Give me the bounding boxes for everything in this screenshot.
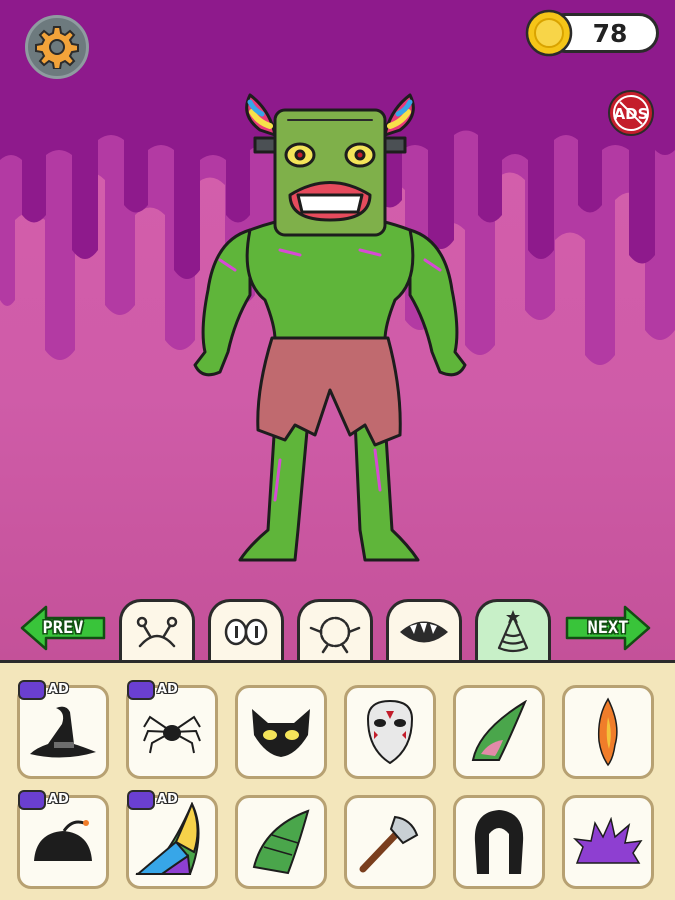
rainbow-horn-icon bbox=[135, 802, 200, 875]
coin-counter: 78 bbox=[525, 9, 661, 57]
next-label: NEXT bbox=[587, 618, 629, 638]
item-slot-green-horn[interactable] bbox=[453, 685, 545, 779]
item-slot-cat-mask[interactable] bbox=[235, 685, 327, 779]
tab-body[interactable] bbox=[297, 599, 373, 661]
ad-badge: AD bbox=[18, 680, 76, 700]
item-slot-green-curved-horn[interactable] bbox=[235, 795, 327, 889]
ads-label: ADS bbox=[614, 105, 649, 123]
witch-hat-icon bbox=[30, 706, 96, 758]
purple-spikes-icon bbox=[573, 817, 643, 864]
mouth-icon bbox=[400, 621, 448, 642]
prev-label: PREV bbox=[42, 618, 84, 638]
eyes-icon bbox=[224, 618, 268, 645]
tab-mouth[interactable] bbox=[386, 599, 462, 661]
monster-character bbox=[193, 93, 467, 562]
item-slot-witch-hat[interactable]: AD bbox=[17, 680, 109, 779]
video-camera-icon bbox=[18, 790, 46, 810]
flame-icon bbox=[597, 697, 618, 767]
item-slot-bomb-hat[interactable]: AD bbox=[17, 790, 109, 889]
cat-mask-icon bbox=[252, 709, 310, 757]
ad-badge-label: AD bbox=[157, 792, 178, 807]
item-slot-flame[interactable] bbox=[562, 685, 654, 779]
item-slot-black-hair[interactable] bbox=[453, 795, 545, 889]
remove-ads-button[interactable]: ADS bbox=[607, 89, 655, 137]
ad-badge: AD bbox=[18, 790, 76, 810]
bomb-hat-icon bbox=[34, 820, 92, 861]
settings-button[interactable] bbox=[25, 15, 89, 79]
prev-button[interactable]: PREV bbox=[20, 604, 106, 652]
ad-badge-label: AD bbox=[157, 682, 178, 697]
item-tray: AD AD AD AD bbox=[0, 660, 675, 900]
hockey-mask-icon bbox=[366, 699, 414, 765]
tab-hats[interactable] bbox=[475, 599, 551, 661]
item-slot-rainbow-horn[interactable]: AD bbox=[126, 790, 218, 889]
coin-icon bbox=[525, 9, 573, 57]
item-slot-axe[interactable] bbox=[344, 795, 436, 889]
video-camera-icon bbox=[18, 680, 46, 700]
item-slot-hockey-mask[interactable] bbox=[344, 685, 436, 779]
party-hat-icon bbox=[497, 609, 529, 652]
black-hair-icon bbox=[474, 810, 524, 874]
coin-count: 78 bbox=[592, 19, 628, 48]
green-horn-icon bbox=[471, 700, 527, 761]
ad-badge: AD bbox=[127, 790, 185, 810]
antenna-icon bbox=[136, 616, 178, 647]
ad-badge-label: AD bbox=[48, 792, 69, 807]
fur-body-icon bbox=[309, 616, 361, 653]
tab-antenna[interactable] bbox=[119, 599, 195, 661]
item-slot-spider[interactable]: AD bbox=[126, 680, 218, 779]
character-stage: 78 ADS bbox=[0, 0, 675, 660]
tab-eyes[interactable] bbox=[208, 599, 284, 661]
video-camera-icon bbox=[127, 790, 155, 810]
ad-badge: AD bbox=[127, 680, 185, 700]
axe-icon bbox=[359, 815, 419, 873]
ad-badge-label: AD bbox=[48, 682, 69, 697]
no-ads-icon: ADS bbox=[608, 90, 654, 136]
category-tab-row: PREV NEXT bbox=[0, 596, 675, 662]
item-slot-purple-spikes[interactable] bbox=[562, 795, 654, 889]
next-button[interactable]: NEXT bbox=[565, 604, 651, 652]
spider-icon bbox=[143, 715, 201, 754]
gear-icon bbox=[35, 26, 79, 69]
green-curved-horn-icon bbox=[252, 809, 310, 875]
video-camera-icon bbox=[127, 680, 155, 700]
